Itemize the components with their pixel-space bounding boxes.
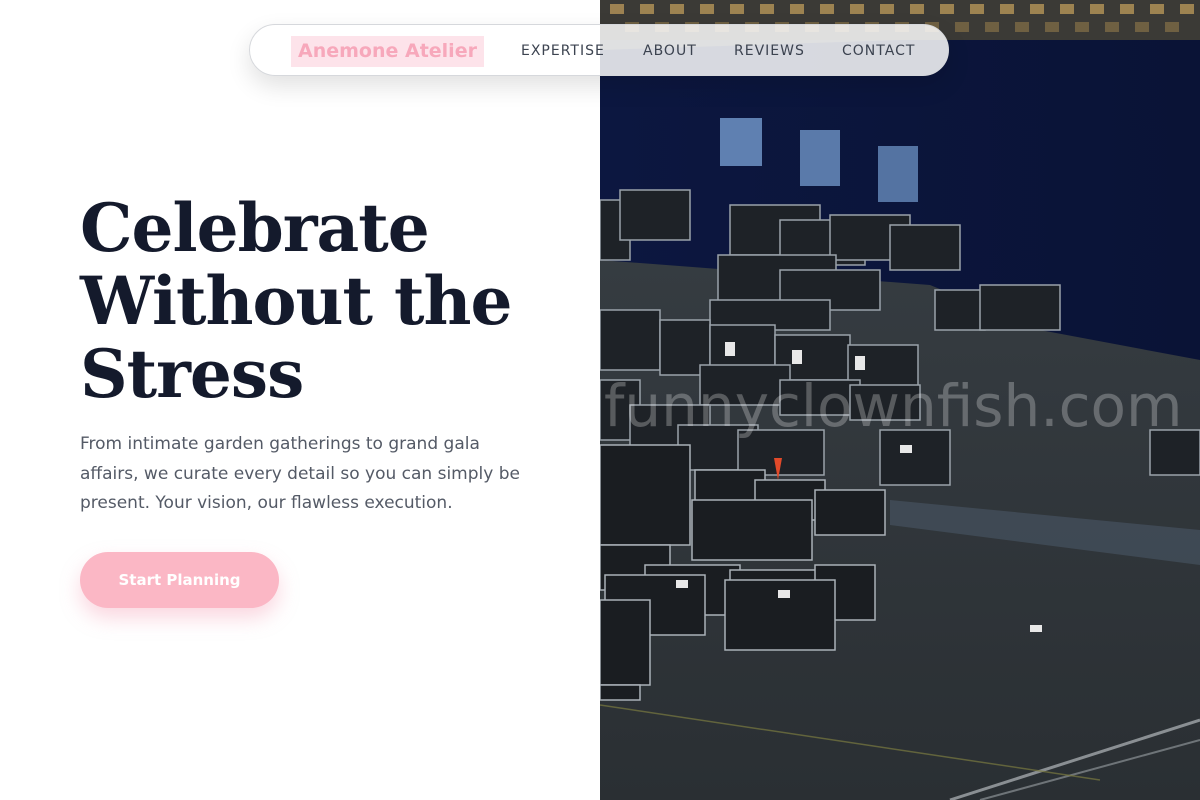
photo-illustration [600,0,1200,800]
headline-line-1: Celebrate [80,189,430,267]
nav-link-reviews[interactable]: REVIEWS [734,25,805,77]
top-navigation-bar: Anemone Atelier EXPERTISE ABOUT REVIEWS … [249,24,949,76]
landing-page: funnyclownfish.com Anemone Atelier EXPER… [0,0,1200,800]
hero-headline: Celebrate Without the Stress [80,189,512,413]
brand-logo-link[interactable]: Anemone Atelier [291,36,484,67]
nav-link-contact[interactable]: CONTACT [842,25,915,77]
hero-description: From intimate garden gatherings to grand… [80,434,520,513]
headline-line-3: Stress [80,335,304,413]
start-planning-button[interactable]: Start Planning [80,552,279,608]
nav-link-expertise[interactable]: EXPERTISE [521,25,605,77]
headline-line-2: Without the [80,262,512,340]
hero-photo-equipment-cases [600,0,1200,800]
nav-link-about[interactable]: ABOUT [643,25,697,77]
